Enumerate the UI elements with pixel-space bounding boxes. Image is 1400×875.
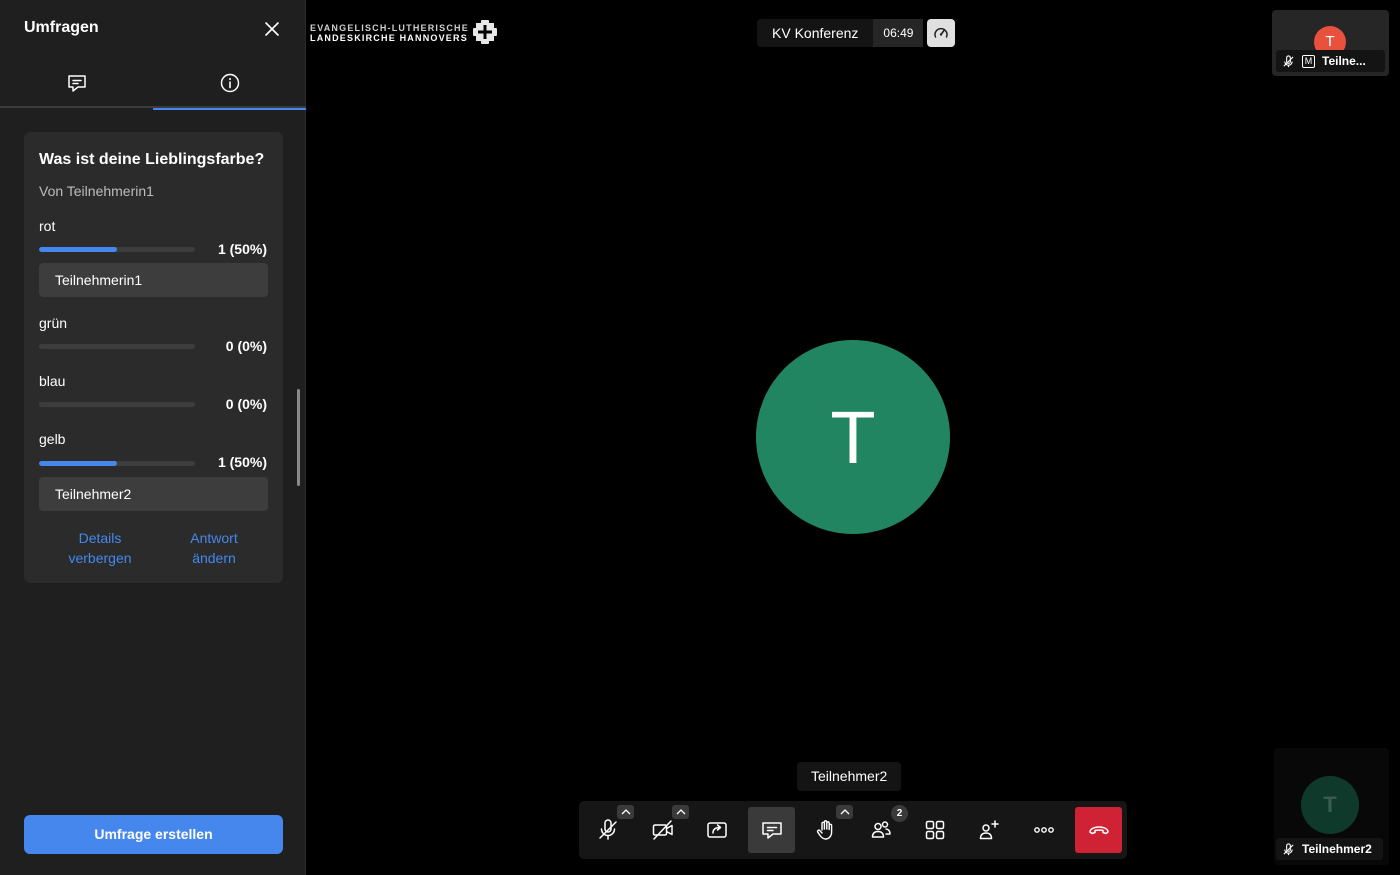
participants-count-badge: 2: [891, 805, 908, 822]
poll-option-label: rot: [39, 218, 56, 234]
sidebar-header: Umfragen: [0, 0, 306, 58]
chevron-up-icon: [621, 809, 631, 815]
poll-option-label: grün: [39, 315, 68, 331]
chevron-up-icon: [676, 809, 686, 815]
create-poll-button[interactable]: Umfrage erstellen: [24, 815, 283, 854]
poll-card: Was ist deine Lieblingsfarbe? Von Teilne…: [24, 132, 283, 583]
speaker-avatar-letter: T: [830, 395, 876, 479]
poll-option-fill: [39, 247, 117, 252]
poll-option-bar: [39, 344, 195, 349]
avatar: T: [1301, 776, 1359, 834]
poll-option-bar: [39, 247, 195, 252]
camera-off-icon: [651, 818, 675, 842]
thumbnail-status-bar: Teilnehmer2: [1276, 838, 1383, 860]
connection-speed-button[interactable]: [927, 19, 956, 47]
poll-option-count: 0 (0%): [225, 396, 267, 412]
speaker-name-label: Teilnehmer2: [797, 762, 902, 791]
screen-share-button[interactable]: [693, 807, 740, 853]
hand-icon: [814, 818, 838, 842]
poll-option-label: gelb: [39, 431, 66, 447]
logo-line-1: EVANGELISCH-LUTHERISCHE: [310, 23, 469, 33]
meeting-toolbar: 2: [579, 801, 1127, 859]
chat-button[interactable]: [748, 807, 795, 853]
poll-option-label: blau: [39, 373, 66, 389]
change-answer-button[interactable]: Antwort ändern: [174, 528, 254, 568]
add-user-icon: [977, 818, 1001, 842]
tile-view-button[interactable]: [911, 807, 958, 853]
poll-voter: Teilnehmer2: [39, 477, 268, 511]
invite-button[interactable]: [965, 807, 1012, 853]
conference-info: KV Konferenz 06:49: [757, 19, 956, 47]
sidebar-title: Umfragen: [24, 19, 99, 36]
participants-icon: [869, 818, 893, 842]
more-actions-button[interactable]: [1020, 807, 1067, 853]
thumbnail-status-bar: M Teilne...: [1276, 50, 1385, 72]
tab-polls[interactable]: [153, 58, 306, 110]
cross-logo-icon: [472, 19, 498, 45]
hangup-icon: [1087, 818, 1111, 842]
chat-icon: [760, 818, 784, 842]
reactions-options-button[interactable]: [836, 805, 853, 819]
mic-muted-icon: [1282, 54, 1295, 68]
poll-option-bar: [39, 402, 195, 407]
thumbnail-name: Teilnehmer2: [1302, 842, 1372, 856]
speaker-avatar: T: [756, 340, 950, 534]
leave-meeting-button[interactable]: [1075, 807, 1122, 853]
conference-name: KV Konferenz: [757, 19, 874, 47]
moderator-badge: M: [1302, 54, 1315, 68]
info-icon: [219, 72, 241, 94]
sidebar-tabs: [0, 58, 306, 110]
more-icon: [1032, 818, 1056, 842]
speedometer-icon: [933, 25, 949, 41]
mic-muted-icon: [596, 818, 620, 842]
mic-muted-icon: [1282, 842, 1295, 856]
mic-options-button[interactable]: [617, 805, 634, 819]
poll-option-count: 0 (0%): [225, 338, 267, 354]
polls-sidebar: Umfragen Was ist deine Lieblingsfarbe? V…: [0, 0, 306, 875]
chat-icon: [66, 72, 88, 94]
poll-question: Was ist deine Lieblingsfarbe?: [39, 151, 265, 168]
tab-chat[interactable]: [0, 58, 153, 108]
poll-option-fill: [39, 461, 117, 466]
participant-thumbnail[interactable]: T M Teilne...: [1272, 10, 1389, 76]
poll-author: Von Teilnehmerin1: [39, 183, 154, 199]
poll-option-count: 1 (50%): [217, 454, 267, 470]
grid-icon: [923, 818, 947, 842]
poll-option-count: 1 (50%): [217, 241, 267, 257]
logo-line-2: LANDESKIRCHE HANNOVERS: [310, 33, 468, 43]
camera-options-button[interactable]: [672, 805, 689, 819]
chevron-up-icon: [840, 809, 850, 815]
poll-voter: Teilnehmerin1: [39, 263, 268, 297]
poll-option-bar: [39, 461, 195, 466]
hide-details-button[interactable]: Details verbergen: [58, 528, 142, 568]
conference-timer: 06:49: [873, 19, 924, 47]
sidebar-scrollbar[interactable]: [297, 389, 300, 486]
local-participant-thumbnail[interactable]: T Teilnehmer2: [1274, 748, 1389, 865]
close-icon[interactable]: [262, 19, 282, 39]
thumbnail-name: Teilne...: [1322, 54, 1366, 68]
screen-share-icon: [705, 818, 729, 842]
